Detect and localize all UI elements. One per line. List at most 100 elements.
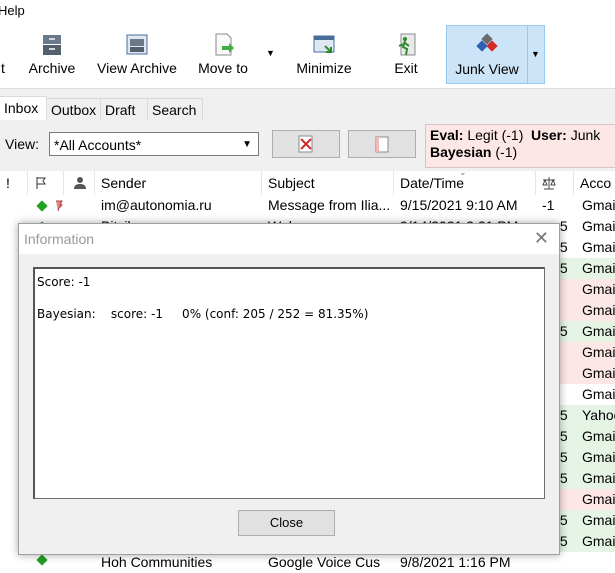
menu-help[interactable]: Help [0, 3, 25, 18]
table-row[interactable]: .5 Gmail [556, 468, 615, 489]
account-select[interactable]: *All Accounts* ▼ [49, 132, 259, 156]
row-sender: Hoh Communities [101, 554, 213, 570]
row-account: Gmail [582, 260, 615, 276]
table-row[interactable]: .5Yahoo [556, 405, 615, 426]
close-button[interactable]: Close [238, 510, 335, 536]
bayesian-value: (-1) [495, 144, 518, 160]
row-subject: Google Voice Cus [268, 554, 381, 570]
info-text-area[interactable]: Score: -1 Bayesian: score: -1 0% (conf: … [33, 267, 545, 499]
row-date: 9/15/2021 9:10 AM [400, 197, 518, 213]
chevron-down-icon: ▼ [531, 49, 540, 59]
table-row[interactable]: .5 Gmail [556, 510, 615, 531]
tab-outbox[interactable]: Outbox [46, 98, 102, 121]
sort-chevron-icon: ⌄ [459, 167, 467, 177]
view-archive-button[interactable]: View Archive [94, 28, 180, 82]
table-row[interactable]: Gmail [558, 279, 615, 300]
move-to-icon [215, 33, 234, 56]
information-dialog: Information ✕ Score: -1 Bayesian: score:… [18, 223, 560, 555]
table-row[interactable]: Gmail [558, 489, 615, 510]
view-label: View: [5, 136, 39, 152]
person-icon [74, 177, 86, 189]
table-row[interactable]: Gmail [558, 342, 615, 363]
new-filter-button[interactable] [348, 130, 416, 158]
column-priority[interactable]: ! [0, 171, 28, 195]
archive-button[interactable]: Archive [24, 28, 80, 82]
legit-diamond-icon [36, 554, 48, 566]
eval-label: Eval: [430, 127, 464, 143]
tab-inbox[interactable]: Inbox [0, 96, 47, 121]
table-row[interactable]: Gmail [558, 384, 615, 405]
row-account: Gmail [582, 512, 615, 528]
column-score[interactable] [536, 171, 574, 195]
row-account: Gmail [582, 323, 615, 339]
move-to-button[interactable]: Move to [192, 28, 254, 82]
pin-icon [56, 200, 64, 211]
row-account: Gmail [582, 302, 615, 318]
user-value: Junk [570, 127, 601, 143]
toolbar: t Archive View Archive Move to ▼ Minimiz… [0, 22, 615, 89]
user-label: User: [531, 127, 567, 143]
column-flag[interactable] [28, 171, 64, 195]
table-row[interactable]: .5 Gmail [556, 426, 615, 447]
minimize-button[interactable]: Minimize [292, 28, 356, 82]
table-row[interactable]: .5 Gmail [556, 237, 615, 258]
close-icon[interactable]: ✕ [534, 228, 549, 249]
bayesian-line: Bayesian: score: -1 0% (conf: 205 / 252 … [37, 307, 369, 321]
tab-draft[interactable]: Draft [100, 98, 148, 121]
table-row[interactable]: .5 Gmail [556, 447, 615, 468]
row-account: Gmail [582, 281, 615, 297]
delete-filter-icon [298, 135, 313, 153]
row-account: Gmail [582, 386, 615, 402]
row-account: Gmail [582, 491, 615, 507]
delete-filter-button[interactable] [272, 130, 340, 158]
table-row[interactable]: Gmail [558, 300, 615, 321]
junk-view-dropdown[interactable]: ▼ [527, 25, 545, 84]
row-subject: Message from Ilia... [268, 197, 391, 213]
column-subject[interactable]: Subject [262, 171, 394, 195]
column-contact[interactable] [64, 171, 95, 195]
table-row[interactable]: im@autonomia.ru Message from Ilia... 9/1… [0, 195, 615, 216]
row-account: Gmail [582, 470, 615, 486]
tab-search[interactable]: Search [147, 98, 203, 121]
toolbar-prev-button[interactable]: t [0, 28, 10, 82]
row-account: Gmail [582, 239, 615, 255]
table-row[interactable]: Gmail [558, 363, 615, 384]
row-account: Gmail [582, 218, 615, 234]
scale-icon [542, 177, 556, 190]
exit-button[interactable]: Exit [386, 28, 426, 82]
document-icon [375, 136, 389, 153]
table-row[interactable]: Hoh Communities Google Voice Cus 9/8/202… [0, 552, 615, 573]
column-account[interactable]: Acco [574, 171, 615, 195]
row-account: Gmail [582, 533, 615, 549]
view-archive-icon [126, 34, 148, 55]
row-account: Gmail [582, 344, 615, 360]
table-row[interactable]: .5 Gmail [556, 321, 615, 342]
row-account: Gmail [582, 197, 615, 213]
row-account: Gmail [582, 449, 615, 465]
table-row[interactable]: .5 Gmail [556, 531, 615, 552]
legit-diamond-icon [36, 200, 48, 212]
dialog-title: Information [24, 231, 95, 247]
row-sender: im@autonomia.ru [101, 197, 212, 213]
score-line: Score: -1 [37, 275, 91, 289]
eval-value: Legit (-1) [467, 127, 524, 143]
chevron-down-icon: ▼ [242, 139, 252, 150]
table-row[interactable]: .5 Gmail [556, 258, 615, 279]
junk-view-button[interactable]: Junk View [446, 25, 528, 84]
eval-panel: Eval: Legit (-1) User: Junk Bayesian (-1… [425, 124, 615, 168]
row-date: 9/8/2021 1:16 PM [400, 554, 511, 570]
message-list-header: ! Sender Subject Date/Time ⌄ Acco [0, 167, 615, 196]
junk-view-icon [476, 33, 498, 52]
bayesian-label: Bayesian [430, 144, 492, 160]
exit-icon [398, 33, 416, 56]
flag-icon [36, 177, 46, 189]
column-sender[interactable]: Sender [95, 171, 262, 195]
move-to-dropdown-icon[interactable]: ▼ [266, 48, 275, 58]
row-score: -1 [542, 197, 555, 213]
minimize-icon [313, 35, 335, 53]
menu-bar: Help [0, 0, 615, 22]
row-account: Gmail [582, 428, 615, 444]
row-account: Gmail [582, 365, 615, 381]
row-account: Yahoo [582, 407, 615, 423]
dialog-titlebar: Information ✕ [19, 224, 559, 254]
